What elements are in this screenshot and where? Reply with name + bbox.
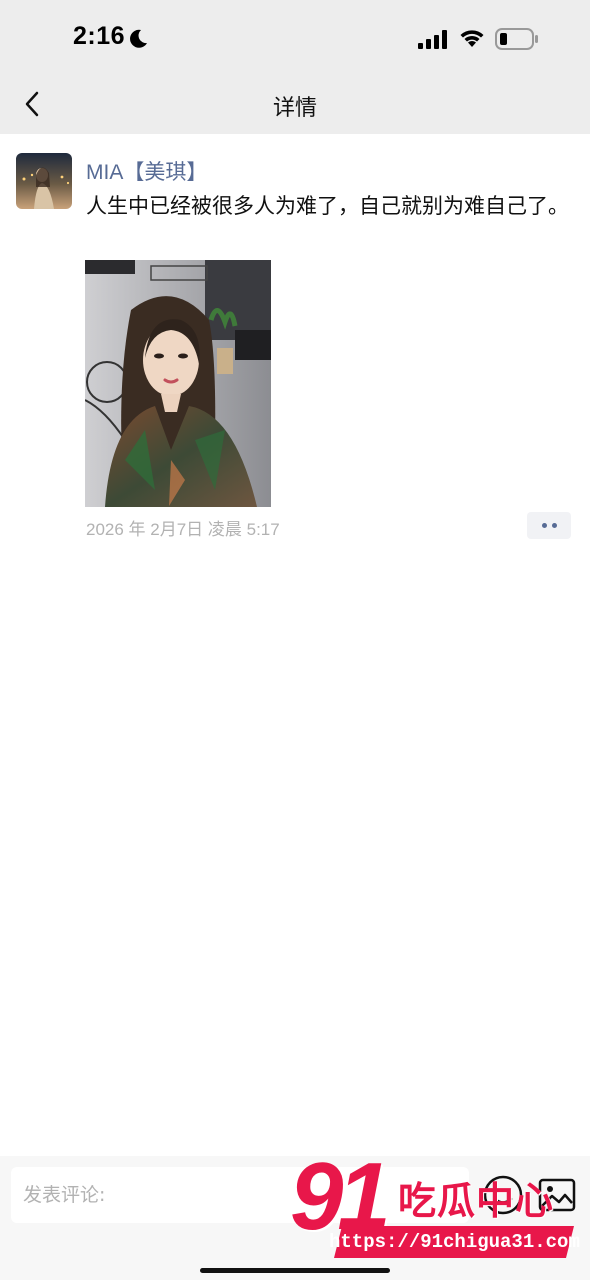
wifi-icon [460,30,484,47]
more-button[interactable] [527,512,571,539]
nav-bar: 详情 [0,76,590,134]
home-indicator [200,1268,390,1273]
battery-icon [495,28,538,50]
author-name[interactable]: MIA【美琪】 [86,156,207,186]
moon-icon [130,29,147,48]
more-dots-icon [551,523,557,528]
watermark-brand: 吃瓜中心 [398,1179,555,1223]
post-timestamp: 2026 年 2月7日 凌晨 5:17 [86,520,280,539]
watermark-url: https://91chigua31.com [328,1231,580,1253]
avatar[interactable] [16,153,72,209]
watermark-url-banner: https://91chigua31.com [329,1226,579,1258]
more-dots-icon [541,523,547,528]
post-photo[interactable] [85,260,271,507]
page-title: 详情 [272,96,317,121]
status-time: 2:16 [73,22,126,50]
watermark-logo: 91 吃瓜中心 https://91chigua31.com [286,1143,590,1266]
signal-icon [418,30,447,49]
status-bar: 2:16 [0,0,590,76]
avatar-image [16,153,72,209]
post-text: 人生中已经被很多人为难了，自己就别为难自己了。 [86,194,569,218]
selfie-photo [85,260,271,507]
